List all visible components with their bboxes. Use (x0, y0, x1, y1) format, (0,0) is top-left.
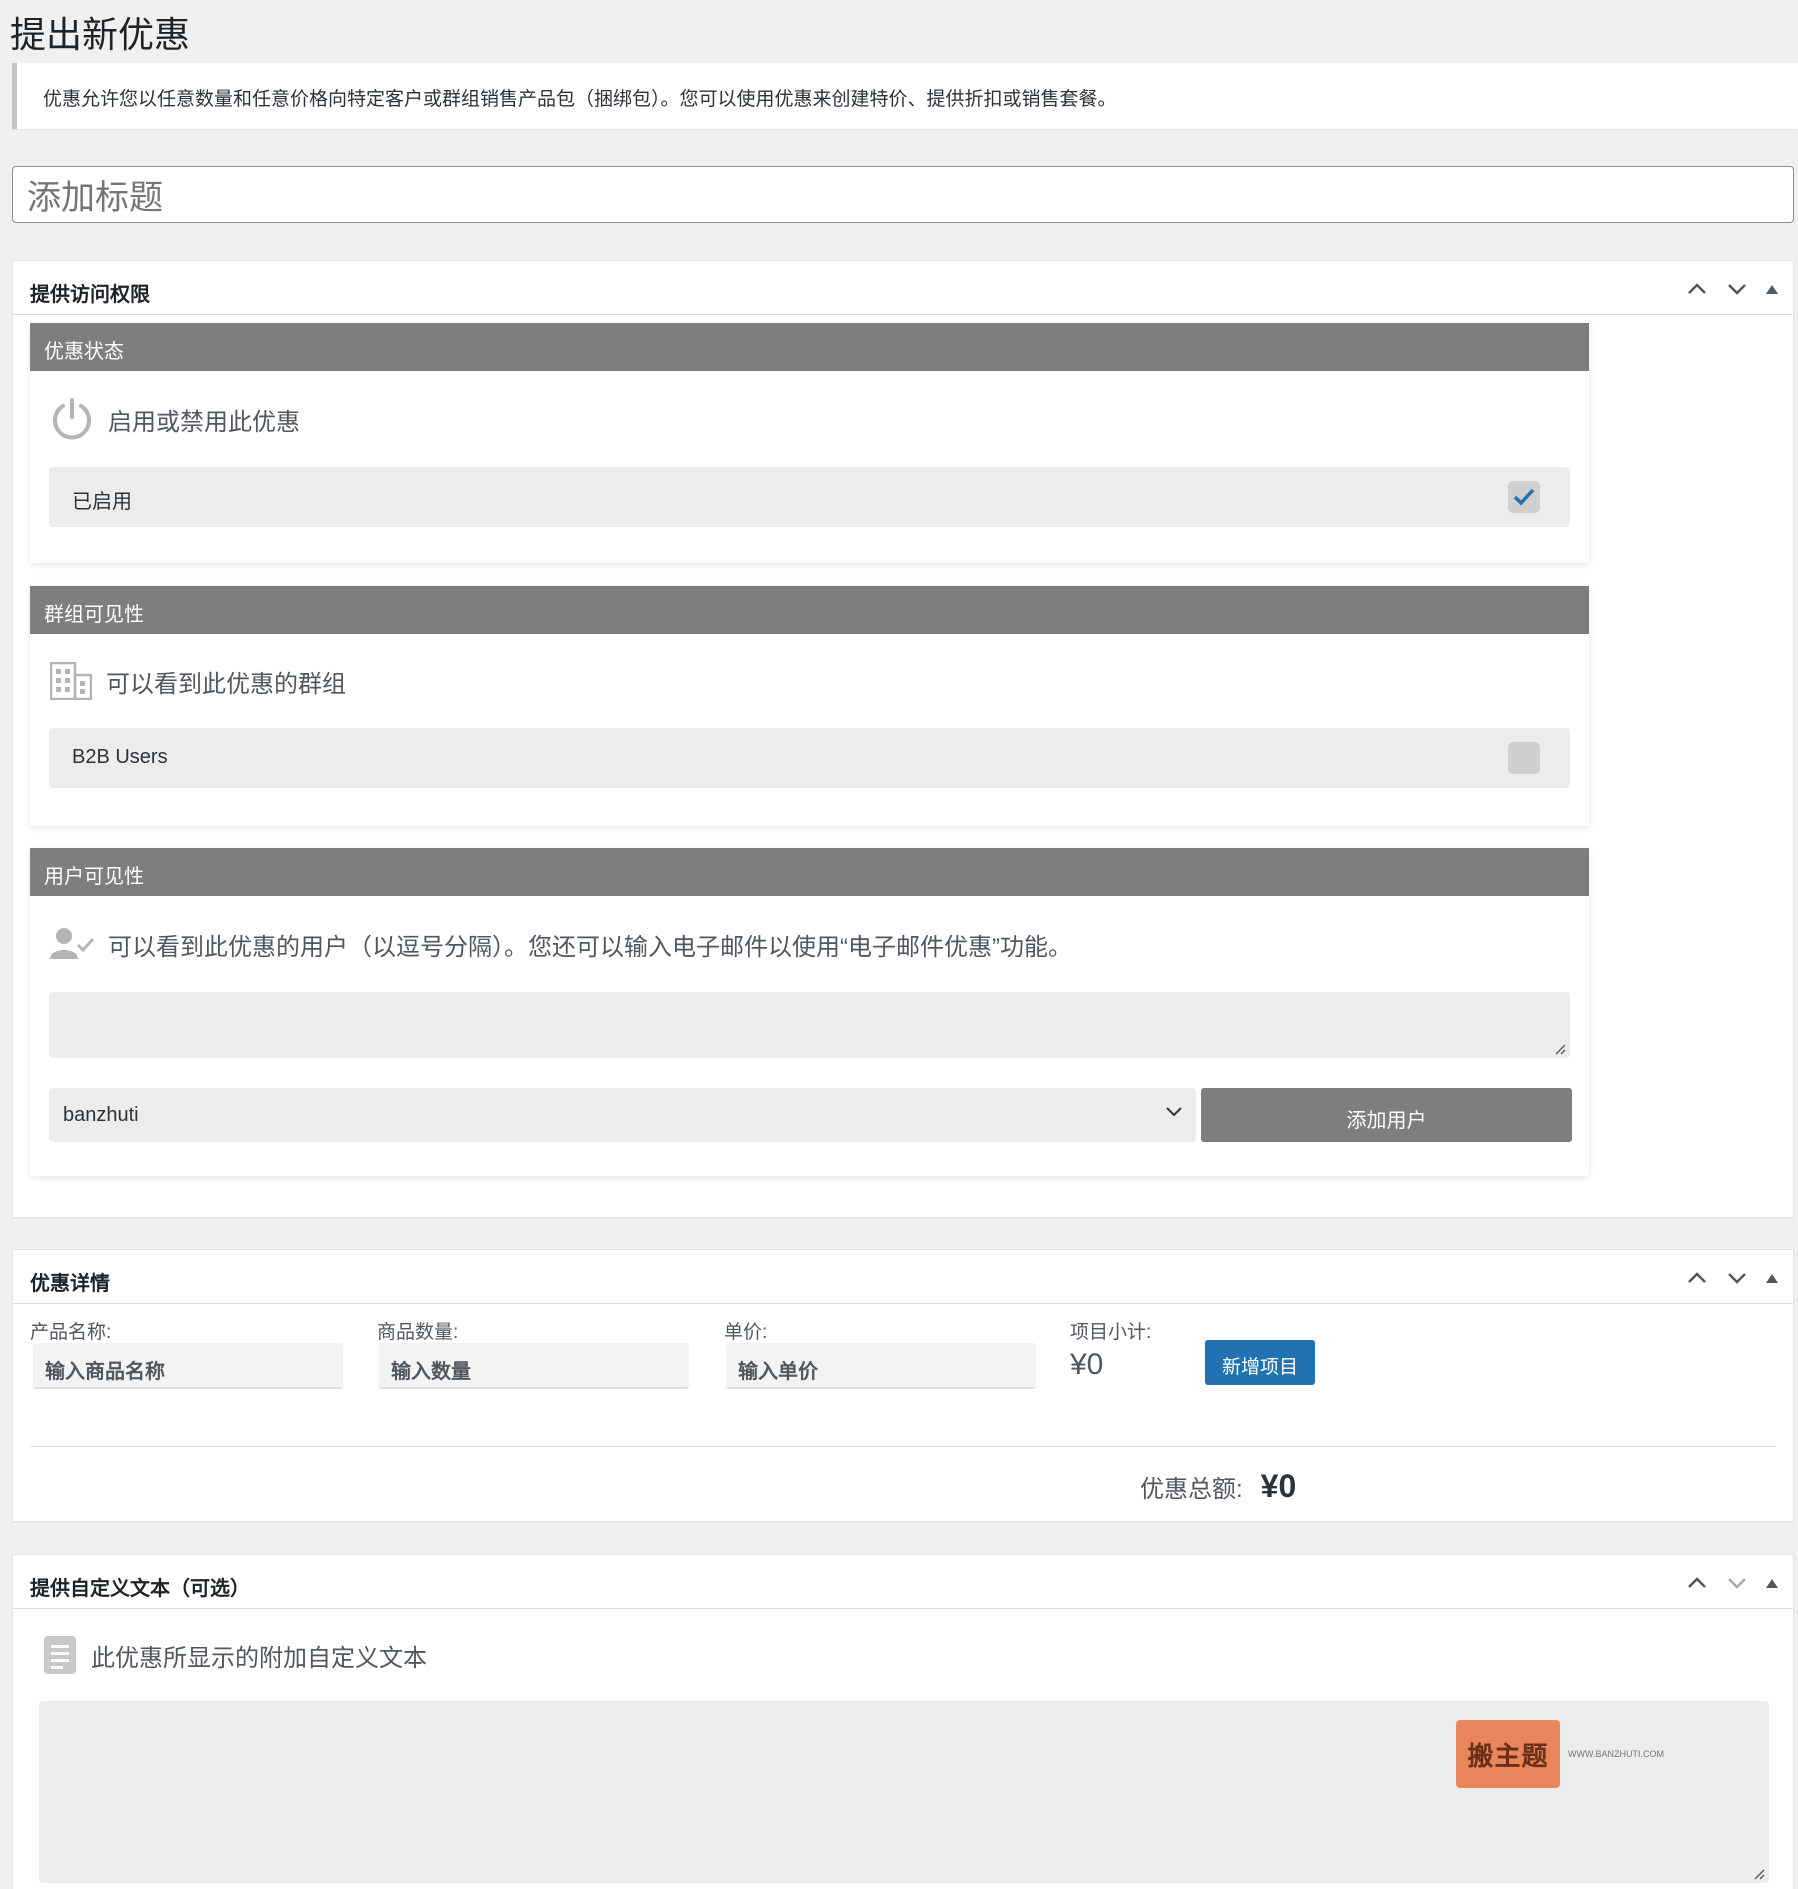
chevron-down-icon (1166, 1107, 1182, 1117)
details-postbox-header: 优惠详情 (13, 1250, 1793, 1304)
move-up-button[interactable] (1681, 275, 1713, 303)
b2b-users-option-row[interactable]: B2B Users (49, 728, 1570, 788)
watermark-url: WWW.BANZHUTI.COM (1568, 1749, 1664, 1759)
chevron-up-icon (1688, 283, 1706, 294)
access-postbox-header: 提供访问权限 (13, 261, 1793, 315)
document-icon (44, 1636, 76, 1674)
offer-status-subtitle: 启用或禁用此优惠 (108, 408, 300, 436)
b2b-users-checkbox[interactable] (1508, 742, 1540, 774)
access-postbox: 提供访问权限 优惠状态 启用或禁用此优惠 已启用 群组可见性 可以看到此优惠的群… (12, 260, 1794, 1218)
chevron-down-icon (1728, 284, 1746, 295)
toggle-panel-button[interactable] (1761, 1264, 1783, 1292)
add-item-button[interactable]: 新增项目 (1205, 1340, 1315, 1385)
move-up-button[interactable] (1681, 1264, 1713, 1292)
offer-status-card: 优惠状态 启用或禁用此优惠 已启用 (30, 323, 1589, 563)
product-name-label: 产品名称: (30, 1322, 112, 1343)
offer-total-value: ¥0 (1260, 1468, 1297, 1504)
user-select[interactable]: banzhuti (49, 1088, 1196, 1142)
users-textarea[interactable] (49, 992, 1570, 1058)
page-title: 提出新优惠 (10, 14, 191, 55)
power-icon (53, 398, 91, 440)
checkmark-icon (1513, 488, 1535, 506)
selected-user-value: banzhuti (63, 1104, 139, 1126)
watermark-seal: 搬主题 (1456, 1720, 1560, 1788)
toggle-panel-button[interactable] (1761, 1569, 1783, 1597)
user-visibility-card: 用户可见性 可以看到此优惠的用户（以逗号分隔）。您还可以输入电子邮件以使用“电子… (30, 848, 1589, 1176)
chevron-down-icon (1728, 1578, 1746, 1589)
enabled-option-label: 已启用 (72, 491, 132, 513)
subtotal-value: ¥0 (1070, 1348, 1104, 1381)
move-down-button[interactable] (1721, 1264, 1753, 1292)
subtotal-label: 项目小计: (1070, 1322, 1152, 1343)
unit-price-input[interactable]: 输入单价 (726, 1343, 1036, 1389)
resize-grip-icon[interactable] (1753, 1868, 1765, 1880)
details-postbox: 优惠详情 产品名称: 输入商品名称 商品数量: 输入数量 单价: 输入单价 项目… (12, 1249, 1794, 1522)
access-postbox-title: 提供访问权限 (30, 284, 150, 306)
move-up-button[interactable] (1681, 1569, 1713, 1597)
user-visibility-header: 用户可见性 (30, 848, 1589, 896)
watermark-brand: 搬主题 (1467, 1741, 1549, 1772)
product-name-input[interactable]: 输入商品名称 (33, 1343, 343, 1389)
details-divider (30, 1446, 1776, 1447)
building-icon (50, 662, 92, 700)
watermark-logo: 搬主题 WWW.BANZHUTI.COM (1456, 1718, 1686, 1790)
user-check-icon (50, 928, 94, 959)
offer-total: 优惠总额: ¥0 (1140, 1468, 1296, 1505)
custom-text-subtitle: 此优惠所显示的附加自定义文本 (91, 1644, 427, 1672)
group-visibility-card: 群组可见性 可以看到此优惠的群组 B2B Users (30, 586, 1589, 826)
b2b-users-label: B2B Users (72, 746, 168, 768)
group-visibility-subtitle: 可以看到此优惠的群组 (106, 670, 346, 698)
info-notice: 优惠允许您以任意数量和任意价格向特定客户或群组销售产品包（捆绑包）。您可以使用优… (12, 63, 1798, 129)
move-down-button[interactable] (1721, 1569, 1753, 1597)
resize-grip-icon[interactable] (1554, 1043, 1566, 1055)
title-input[interactable] (12, 166, 1794, 223)
triangle-up-icon (1766, 1273, 1778, 1283)
notice-text: 优惠允许您以任意数量和任意价格向特定客户或群组销售产品包（捆绑包）。您可以使用优… (43, 89, 1117, 110)
group-visibility-header: 群组可见性 (30, 586, 1589, 634)
enabled-option-row[interactable]: 已启用 (49, 467, 1570, 527)
user-visibility-subtitle: 可以看到此优惠的用户（以逗号分隔）。您还可以输入电子邮件以使用“电子邮件优惠”功… (108, 933, 1072, 961)
unit-price-label: 单价: (724, 1322, 768, 1343)
offer-status-header: 优惠状态 (30, 323, 1589, 371)
toggle-panel-button[interactable] (1761, 275, 1783, 303)
chevron-up-icon (1688, 1577, 1706, 1588)
details-postbox-title: 优惠详情 (30, 1273, 110, 1295)
chevron-up-icon (1688, 1272, 1706, 1283)
move-down-button[interactable] (1721, 275, 1753, 303)
triangle-up-icon (1766, 1578, 1778, 1588)
add-user-button[interactable]: 添加用户 (1201, 1088, 1572, 1142)
custom-text-subtitle-row: 此优惠所显示的附加自定义文本 (43, 1635, 427, 1675)
offer-total-label: 优惠总额: (1140, 1476, 1243, 1503)
custom-text-postbox-title: 提供自定义文本（可选） (30, 1578, 250, 1600)
quantity-input[interactable]: 输入数量 (379, 1343, 689, 1389)
enabled-checkbox[interactable] (1508, 481, 1540, 513)
custom-text-postbox-header: 提供自定义文本（可选） (13, 1555, 1793, 1609)
triangle-up-icon (1766, 284, 1778, 294)
quantity-label: 商品数量: (377, 1322, 459, 1343)
chevron-down-icon (1728, 1273, 1746, 1284)
